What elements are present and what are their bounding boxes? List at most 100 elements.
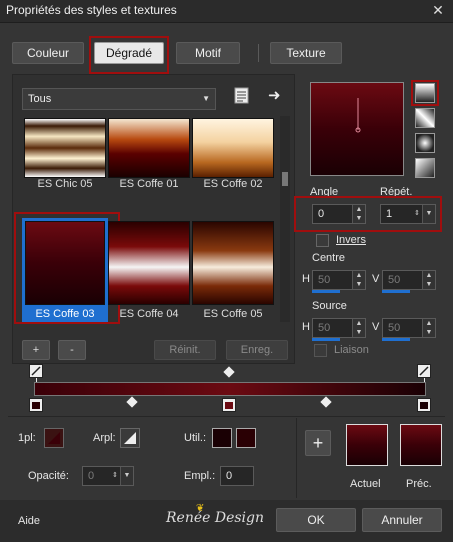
center-h-slider[interactable] <box>312 290 340 293</box>
util-label: Util.: <box>184 432 206 444</box>
arrow-right-icon[interactable]: ➜ <box>268 86 284 104</box>
watermark-logo: Renée Design <box>166 510 265 526</box>
previous-label: Préc. <box>406 478 432 490</box>
save-gradient-button[interactable]: Enreg. <box>226 340 288 360</box>
current-label: Actuel <box>350 478 381 490</box>
tab-divider <box>258 44 259 62</box>
gradient-label-es-coffe-04: ES Coffe 04 <box>119 308 179 320</box>
repeats-dropdown-icon[interactable]: ▼ <box>422 205 435 223</box>
center-h-spinner[interactable]: ▲ ▼ <box>352 271 365 289</box>
sunburst-gradient-style-button[interactable] <box>415 158 435 178</box>
source-v-label: V <box>372 321 380 333</box>
angle-input[interactable]: 0 ▲ ▼ <box>312 204 366 224</box>
gradient-label-es-coffe-05: ES Coffe 05 <box>203 308 263 320</box>
help-link[interactable]: Aide <box>18 515 40 527</box>
cancel-button[interactable]: Annuler <box>362 508 442 532</box>
opacity-dropdown-icon[interactable]: ▼ <box>120 467 133 485</box>
center-v-slider[interactable] <box>382 290 410 293</box>
gradient-swatch-es-chic-05[interactable] <box>24 118 106 178</box>
center-h-value: 50 <box>318 274 331 286</box>
gradient-label-es-coffe-03: ES Coffe 03 <box>35 308 95 320</box>
previous-style-preview[interactable] <box>400 424 442 466</box>
gradient-stop-right[interactable] <box>417 398 431 412</box>
repeats-spinner-icon[interactable]: ⇕ <box>412 205 422 223</box>
gradient-swatch-es-coffe-03[interactable] <box>25 221 105 305</box>
source-h-slider[interactable] <box>312 338 340 341</box>
link-checkbox[interactable] <box>314 344 327 357</box>
gallery-scrollbar-thumb[interactable] <box>282 172 288 186</box>
gradient-stop-middle[interactable] <box>222 398 236 412</box>
gradient-swatch-es-coffe-05[interactable] <box>192 221 274 305</box>
gradient-start-marker-top[interactable] <box>29 364 43 378</box>
center-h-input[interactable]: 50 ▲ ▼ <box>312 270 366 290</box>
marker-color-swatch[interactable] <box>44 428 64 448</box>
arpl-swatch[interactable] <box>120 428 140 448</box>
source-h-spinner[interactable]: ▲ ▼ <box>352 319 365 337</box>
center-v-spinner[interactable]: ▲ ▼ <box>422 271 435 289</box>
center-v-input[interactable]: 50 ▲ ▼ <box>382 270 436 290</box>
empl-input[interactable]: 0 <box>220 466 254 486</box>
source-h-label: H <box>302 321 310 333</box>
rectangular-gradient-style-button[interactable] <box>415 108 435 128</box>
gradient-end-marker-top[interactable] <box>417 364 431 378</box>
empl-value: 0 <box>226 470 233 482</box>
opacity-label: Opacité: <box>28 470 69 482</box>
gallery-scrollbar[interactable] <box>280 116 290 322</box>
window-title: Propriétés des styles et textures <box>6 3 177 17</box>
close-icon[interactable]: ✕ <box>423 0 453 22</box>
marker-label: 1pl: <box>18 432 36 444</box>
gradient-filter-value: Tous <box>28 93 52 105</box>
invert-checkbox[interactable] <box>316 234 329 247</box>
arpl-label: Arpl: <box>93 432 116 444</box>
remove-gradient-button[interactable]: - <box>58 340 86 360</box>
gradient-label-es-coffe-02: ES Coffe 02 <box>203 178 263 190</box>
source-label: Source <box>312 300 347 312</box>
opacity-input[interactable]: 0 ⇕ ▼ <box>82 466 134 486</box>
current-style-preview[interactable] <box>346 424 388 466</box>
repeats-input[interactable]: 1 ⇕ ▼ <box>380 204 436 224</box>
source-h-input[interactable]: 50 ▲ ▼ <box>312 318 366 338</box>
gradient-label-es-chic-05: ES Chic 05 <box>37 178 93 190</box>
gradient-filter-select[interactable]: Tous ▼ <box>22 88 216 110</box>
center-v-value: 50 <box>388 274 401 286</box>
center-h-label: H <box>302 273 310 285</box>
tab-couleur[interactable]: Couleur <box>12 42 84 64</box>
tab-motif[interactable]: Motif <box>176 42 240 64</box>
linear-gradient-style-button[interactable] <box>415 83 435 103</box>
gradient-preview[interactable] <box>310 82 404 176</box>
link-label: Liaison <box>334 344 369 356</box>
angle-value: 0 <box>318 208 325 220</box>
util-color-swatch-2[interactable] <box>236 428 256 448</box>
gradient-swatch-es-coffe-01[interactable] <box>108 118 190 178</box>
gradient-stop-left[interactable] <box>29 398 43 412</box>
center-v-label: V <box>372 273 380 285</box>
source-v-input[interactable]: 50 ▲ ▼ <box>382 318 436 338</box>
empl-label: Empl.: <box>184 470 216 482</box>
util-color-swatch-1[interactable] <box>212 428 232 448</box>
source-v-spinner[interactable]: ▲ ▼ <box>422 319 435 337</box>
center-label: Centre <box>312 252 346 264</box>
reset-gradient-button[interactable]: Réinit. <box>154 340 216 360</box>
ok-button[interactable]: OK <box>276 508 356 532</box>
vertical-separator <box>296 418 297 498</box>
source-v-slider[interactable] <box>382 338 410 341</box>
gradient-swatch-es-coffe-02[interactable] <box>192 118 274 178</box>
repeats-value: 1 <box>386 208 393 220</box>
invert-label: Invers <box>336 234 366 246</box>
opacity-spinner-icon[interactable]: ⇕ <box>110 467 120 485</box>
add-gradient-button[interactable]: + <box>22 340 50 360</box>
gradient-swatch-es-coffe-04[interactable] <box>108 221 190 305</box>
chevron-down-icon: ▼ <box>202 94 210 103</box>
gradient-editor-bar[interactable] <box>34 382 426 396</box>
butterfly-icon: ❦ <box>196 503 205 514</box>
radial-gradient-style-button[interactable] <box>415 133 435 153</box>
tab-texture[interactable]: Texture <box>270 42 342 64</box>
angle-spinner[interactable]: ▲ ▼ <box>352 205 365 223</box>
gradient-label-es-coffe-01: ES Coffe 01 <box>119 178 179 190</box>
add-to-swatches-button[interactable]: + <box>305 430 331 456</box>
separator-line <box>8 416 445 417</box>
tab-degrade[interactable]: Dégradé <box>94 42 164 64</box>
gallery-options-icon[interactable] <box>233 86 251 106</box>
source-v-value: 50 <box>388 322 401 334</box>
source-h-value: 50 <box>318 322 331 334</box>
